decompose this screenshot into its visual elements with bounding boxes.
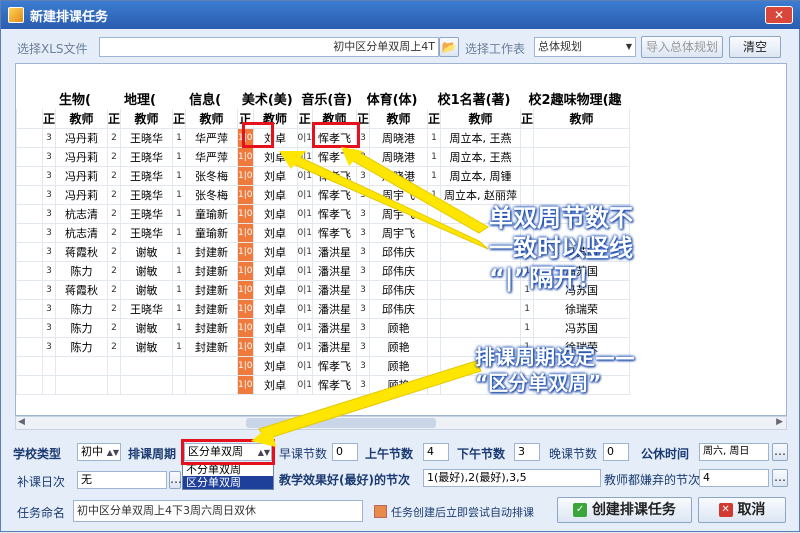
callout-line: 单双周节数不 (489, 204, 633, 232)
callout-period: 排课周期设定—— “区分单双周” (475, 344, 635, 396)
callout-line: 一致时以竖线 (489, 234, 633, 262)
callout-separator: 单双周节数不 一致时以竖线 “|”隔开！ (489, 203, 633, 293)
callout-line: 排课周期设定—— (475, 345, 635, 369)
annotation-arrows (251, 147, 489, 447)
callout-line: “|”隔开！ (489, 264, 602, 292)
arrow-to-art (285, 152, 489, 250)
callout-line: “区分单双周” (475, 371, 602, 395)
arrow-to-period (258, 360, 482, 440)
new-task-window: 新建排课任务 ✕ 选择XLS文件 初中区分单双周上4T 📂 选择工作表 总体规划… (0, 0, 800, 532)
